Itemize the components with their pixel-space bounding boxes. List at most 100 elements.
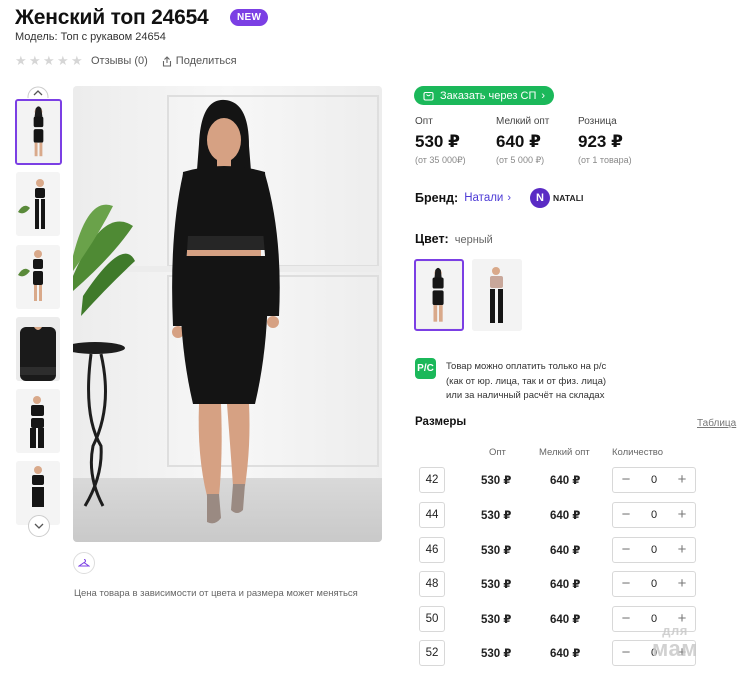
- gallery-thumbnail[interactable]: [16, 389, 60, 453]
- color-swatch-black[interactable]: [414, 259, 464, 331]
- column-header-opt: Опт: [489, 447, 506, 458]
- quantity-value[interactable]: 0: [651, 474, 657, 486]
- order-via-sp-button[interactable]: Заказать через СП ›: [414, 86, 555, 105]
- minus-icon[interactable]: −: [619, 472, 633, 487]
- price-value: 923 ₽: [578, 132, 623, 151]
- price-retail: Розница 923 ₽ (от 1 товара): [578, 116, 632, 165]
- star-icon: ★: [71, 53, 83, 68]
- price-value: 530 ₽: [415, 132, 460, 151]
- price-minimum: (от 35 000₽): [415, 155, 466, 165]
- gallery-thumbnail[interactable]: [16, 245, 60, 309]
- size-row: 44 530 ₽ 640 ₽ − 0 +: [415, 502, 705, 528]
- payment-line: Товар можно оплатить только на р/с: [446, 361, 607, 372]
- star-icon: ★: [43, 53, 55, 68]
- color-label: Цвет:: [415, 232, 449, 246]
- price-small-wholesale: Мелкий опт 640 ₽ (от 5 000 ₽): [496, 116, 549, 166]
- color-row: Цвет: черный: [415, 232, 493, 246]
- chevron-up-icon[interactable]: [27, 86, 49, 98]
- star-icon: ★: [57, 53, 69, 68]
- column-header-quantity: Количество: [612, 447, 664, 458]
- price-label: Мелкий опт: [496, 116, 550, 127]
- brand-logo-text: NATALI: [553, 193, 584, 203]
- column-header-small-opt: Мелкий опт: [539, 447, 590, 458]
- price-note: Цена товара в зависимости от цвета и раз…: [74, 588, 358, 599]
- payment-icon: P/C: [415, 358, 436, 379]
- size-row: 46 530 ₽ 640 ₽ − 0 +: [415, 537, 705, 563]
- size-label: 46: [419, 537, 445, 563]
- plus-icon[interactable]: +: [675, 472, 689, 487]
- brand-logo-mark: N: [530, 188, 550, 208]
- color-value: черный: [454, 234, 493, 246]
- plus-icon[interactable]: +: [675, 507, 689, 522]
- size-row: 48 530 ₽ 640 ₽ − 0 +: [415, 571, 705, 597]
- model-photo: [17, 101, 60, 163]
- size-price-opt: 530 ₽: [481, 579, 512, 591]
- model-photo: [416, 261, 462, 329]
- gallery-scroll-down-button[interactable]: [28, 515, 50, 537]
- sizes-title: Размеры: [415, 416, 467, 428]
- size-price-small-opt: 640 ₽: [550, 648, 581, 660]
- brand-link[interactable]: Натали: [464, 192, 503, 204]
- reviews-link[interactable]: Отзывы (0): [91, 55, 148, 67]
- quantity-value[interactable]: 0: [651, 578, 657, 590]
- size-label: 42: [419, 467, 445, 493]
- model-photo: [16, 245, 60, 309]
- size-table-link[interactable]: Таблица: [697, 418, 736, 429]
- size-label: 44: [419, 502, 445, 528]
- gallery-thumbnail[interactable]: [16, 317, 60, 381]
- model-photo: [73, 86, 382, 542]
- minus-icon[interactable]: −: [619, 507, 633, 522]
- size-price-opt: 530 ₽: [481, 510, 512, 522]
- cart-icon: [423, 90, 434, 101]
- minus-icon[interactable]: −: [619, 542, 633, 557]
- size-price-opt: 530 ₽: [481, 648, 512, 660]
- hanger-icon: [78, 559, 90, 567]
- size-label: 48: [419, 571, 445, 597]
- payment-line: или за наличный расчёт на складах: [446, 390, 605, 401]
- color-swatch-beige[interactable]: [472, 259, 522, 331]
- plus-icon[interactable]: +: [675, 542, 689, 557]
- product-title: Женский топ 24654: [15, 6, 209, 29]
- product-model: Модель: Топ с рукавом 24654: [15, 31, 166, 43]
- quantity-value[interactable]: 0: [651, 544, 657, 556]
- size-price-small-opt: 640 ₽: [550, 545, 581, 557]
- payment-info: Товар можно оплатить только на р/с (как …: [446, 360, 606, 404]
- price-label: Розница: [578, 116, 617, 127]
- chevron-right-icon: ›: [507, 192, 512, 204]
- price-value: 640 ₽: [496, 132, 541, 151]
- quantity-stepper: − 0 +: [612, 537, 696, 563]
- size-price-small-opt: 640 ₽: [550, 475, 581, 487]
- size-label: 52: [419, 640, 445, 666]
- share-icon: [162, 55, 171, 67]
- gallery-thumbnail[interactable]: [15, 99, 62, 165]
- watermark-line: мам: [652, 636, 698, 661]
- chevron-down-icon: [34, 523, 44, 529]
- minus-icon[interactable]: −: [619, 645, 633, 660]
- brand-label: Бренд:: [415, 191, 459, 205]
- share-label: Поделиться: [175, 55, 237, 67]
- price-wholesale: Опт 530 ₽ (от 35 000₽): [415, 116, 466, 166]
- model-photo: [16, 317, 60, 381]
- brand-row: Бренд: Натали ›: [415, 190, 511, 206]
- quantity-stepper: − 0 +: [612, 467, 696, 493]
- site-watermark: для мам: [652, 622, 698, 661]
- size-price-small-opt: 640 ₽: [550, 510, 581, 522]
- size-label: 50: [419, 606, 445, 632]
- star-icon: ★: [29, 53, 41, 68]
- quantity-stepper: − 0 +: [612, 502, 696, 528]
- gallery-thumbnail[interactable]: [16, 172, 60, 236]
- main-product-image[interactable]: [73, 86, 382, 542]
- minus-icon[interactable]: −: [619, 576, 633, 591]
- plus-icon[interactable]: +: [675, 576, 689, 591]
- price-minimum: (от 1 товара): [578, 155, 632, 165]
- minus-icon[interactable]: −: [619, 611, 633, 626]
- share-button[interactable]: Поделиться: [162, 55, 237, 67]
- model-photo: [16, 172, 60, 236]
- size-guide-button[interactable]: [73, 552, 95, 574]
- size-row: 42 530 ₽ 640 ₽ − 0 +: [415, 467, 705, 493]
- brand-logo[interactable]: N NATALI: [530, 188, 584, 208]
- rating-stars[interactable]: ★ ★ ★ ★ ★: [15, 53, 83, 68]
- order-button-label: Заказать через СП: [440, 89, 537, 102]
- new-badge: NEW: [230, 9, 269, 26]
- quantity-value[interactable]: 0: [651, 509, 657, 521]
